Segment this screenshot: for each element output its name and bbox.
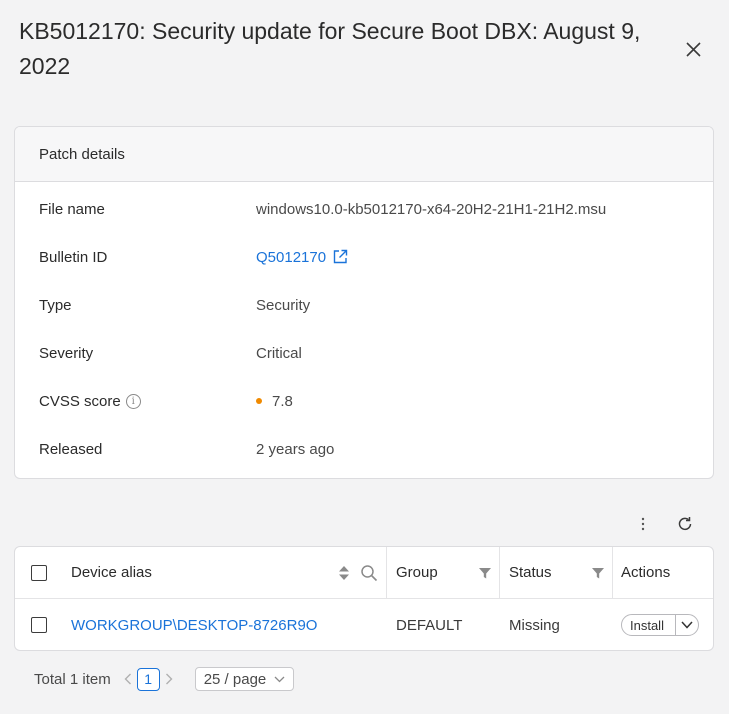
devices-table: Device alias Group Status Actions WORKGR… bbox=[14, 546, 714, 651]
column-header-status[interactable]: Status bbox=[509, 547, 552, 598]
cvss-label-wrapper: CVSS score i bbox=[39, 393, 141, 410]
detail-row-type: Type Security bbox=[15, 293, 713, 317]
detail-label: Released bbox=[39, 440, 103, 458]
chevron-down-icon bbox=[681, 621, 693, 629]
device-alias-link[interactable]: WORKGROUP\DESKTOP-8726R9O bbox=[71, 617, 317, 634]
detail-label: File name bbox=[39, 200, 105, 218]
sort-toggle[interactable] bbox=[338, 547, 350, 598]
install-button[interactable]: Install bbox=[622, 615, 675, 635]
select-all-cell bbox=[31, 547, 47, 598]
info-icon[interactable]: i bbox=[125, 393, 141, 409]
refresh-button[interactable] bbox=[675, 514, 695, 534]
sort-icon bbox=[339, 565, 349, 580]
detail-row-severity: Severity Critical bbox=[15, 341, 713, 365]
next-page-button[interactable] bbox=[160, 673, 178, 685]
detail-value: windows10.0-kb5012170-x64-20H2-21H1-21H2… bbox=[256, 200, 607, 218]
row-checkbox[interactable] bbox=[31, 617, 47, 633]
select-all-checkbox[interactable] bbox=[31, 564, 47, 581]
severity-dot-icon bbox=[256, 398, 262, 404]
device-alias-cell: WORKGROUP\DESKTOP-8726R9O bbox=[71, 599, 317, 650]
detail-label: CVSS score bbox=[39, 392, 121, 410]
install-split-button: Install bbox=[621, 614, 699, 636]
page-number-button[interactable]: 1 bbox=[136, 667, 160, 691]
column-search-button[interactable] bbox=[360, 547, 378, 598]
prev-page-button[interactable] bbox=[119, 673, 137, 685]
detail-row-bulletin-id: Bulletin ID Q5012170 bbox=[15, 245, 713, 269]
close-button[interactable] bbox=[680, 36, 706, 62]
detail-label: Bulletin ID bbox=[39, 248, 108, 266]
filter-icon bbox=[592, 567, 604, 578]
status-filter-button[interactable] bbox=[591, 547, 605, 598]
row-select-cell bbox=[31, 599, 47, 650]
column-divider bbox=[612, 547, 613, 598]
group-cell: DEFAULT bbox=[396, 616, 463, 634]
bulletin-link-wrapper: Q5012170 bbox=[256, 249, 348, 266]
detail-row-cvss: CVSS score i 7.8 bbox=[15, 389, 713, 413]
patch-details-card: Patch details File name windows10.0-kb50… bbox=[14, 126, 714, 479]
detail-label: Severity bbox=[39, 344, 94, 362]
chevron-down-icon bbox=[274, 676, 285, 682]
patch-details-header: Patch details bbox=[15, 127, 713, 182]
external-link-icon[interactable] bbox=[332, 249, 348, 265]
detail-row-released: Released 2 years ago bbox=[15, 437, 713, 461]
actions-cell: Install bbox=[621, 599, 699, 650]
vertical-dots-icon bbox=[641, 517, 645, 531]
pagination: Total 1 item 1 25 / page bbox=[34, 667, 295, 691]
chevron-left-icon bbox=[124, 673, 131, 685]
table-row[interactable]: WORKGROUP\DESKTOP-8726R9O DEFAULT Missin… bbox=[15, 599, 713, 650]
chevron-right-icon bbox=[165, 673, 173, 685]
detail-label: Type bbox=[39, 296, 72, 314]
column-header-device-alias[interactable]: Device alias bbox=[71, 547, 152, 598]
cvss-value-wrapper: 7.8 bbox=[256, 393, 293, 410]
bulletin-id-link[interactable]: Q5012170 bbox=[256, 249, 326, 266]
detail-value: Critical bbox=[256, 344, 302, 362]
total-items: Total 1 item bbox=[34, 670, 111, 688]
detail-value: Security bbox=[256, 296, 311, 314]
column-header-actions: Actions bbox=[621, 564, 671, 581]
cvss-score-value: 7.8 bbox=[272, 392, 293, 410]
page-size-select[interactable]: 25 / page bbox=[194, 667, 295, 691]
table-header: Device alias Group Status Actions bbox=[15, 547, 713, 599]
dialog-title: KB5012170: Security update for Secure Bo… bbox=[19, 18, 641, 79]
status-cell: Missing bbox=[509, 616, 560, 634]
page-size-value: 25 / page bbox=[203, 670, 267, 688]
install-options-dropdown[interactable] bbox=[676, 615, 698, 635]
column-divider bbox=[386, 547, 387, 598]
column-header-group[interactable]: Group bbox=[396, 547, 438, 598]
group-filter-button[interactable] bbox=[478, 547, 492, 598]
search-icon bbox=[361, 564, 378, 581]
refresh-icon bbox=[678, 517, 692, 531]
detail-row-file-name: File name windows10.0-kb5012170-x64-20H2… bbox=[15, 197, 713, 221]
close-icon bbox=[685, 41, 701, 57]
filter-icon bbox=[479, 567, 491, 578]
column-divider bbox=[499, 547, 500, 598]
detail-value: 2 years ago bbox=[256, 440, 335, 458]
more-options-button[interactable] bbox=[633, 514, 653, 534]
